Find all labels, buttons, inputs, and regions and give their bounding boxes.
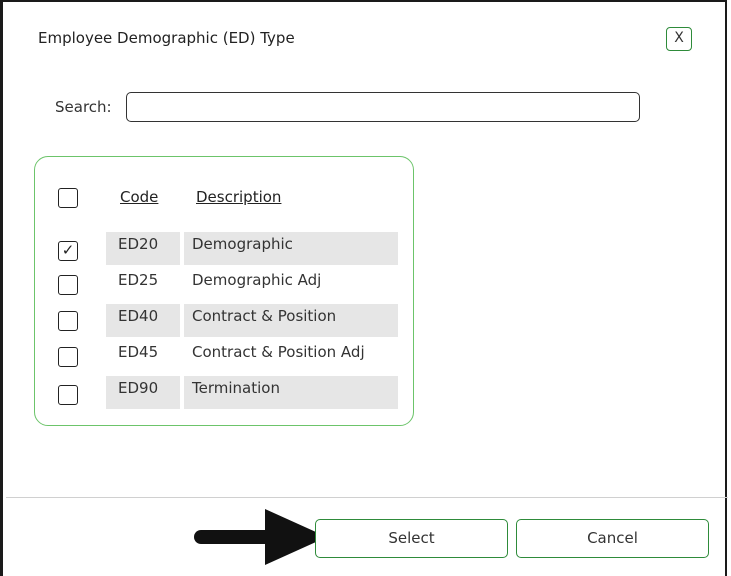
row-code: ED45 [118,343,159,361]
row-description: Demographic Adj [192,271,322,289]
row-description: Termination [192,379,280,397]
search-input[interactable] [126,92,640,122]
row-checkbox[interactable]: ✓ [58,241,78,261]
row-code: ED25 [118,271,159,289]
column-header-code[interactable]: Code [120,188,158,206]
row-checkbox[interactable] [58,311,78,331]
row-code: ED40 [118,307,159,325]
close-icon: X [674,30,684,46]
select-button[interactable]: Select [315,519,508,558]
row-description: Contract & Position Adj [192,343,365,361]
button-bar-divider [6,497,728,498]
row-code: ED20 [118,235,159,253]
row-checkbox[interactable] [58,275,78,295]
close-button[interactable]: X [666,27,692,51]
select-all-checkbox[interactable] [58,188,78,208]
dialog-window: Employee Demographic (ED) Type X Search:… [0,0,728,576]
row-checkbox[interactable] [58,385,78,405]
cancel-button[interactable]: Cancel [516,519,709,558]
row-code: ED90 [118,379,159,397]
dialog-title: Employee Demographic (ED) Type [38,29,295,47]
arrow-right-icon [193,507,333,571]
column-header-description[interactable]: Description [196,188,281,206]
row-description: Demographic [192,235,293,253]
row-checkbox[interactable] [58,347,78,367]
row-description: Contract & Position [192,307,337,325]
search-label: Search: [55,98,112,116]
